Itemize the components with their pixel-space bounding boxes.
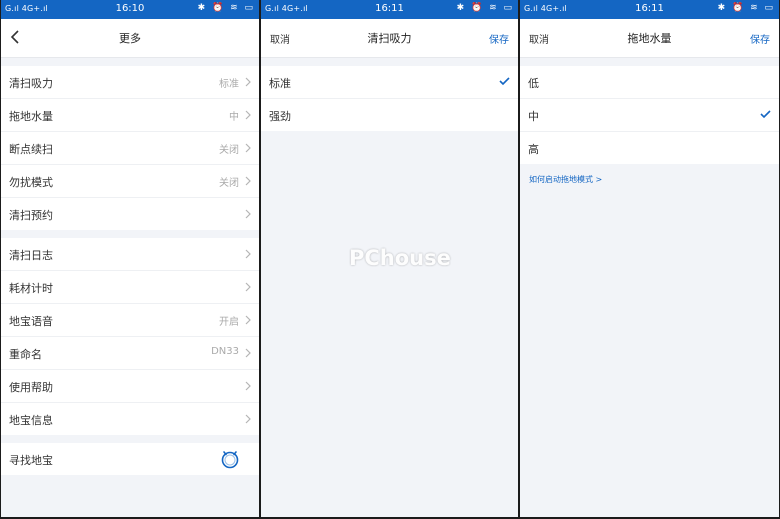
row-label: 寻找地宝 — [9, 454, 53, 467]
row-label: 使用帮助 — [9, 381, 53, 394]
row-label: 勿扰模式 — [9, 176, 53, 189]
setting-row[interactable]: 重命名 DN33 — [1, 337, 259, 370]
chevron-right-icon — [245, 348, 251, 358]
row-value: 关闭 — [219, 178, 239, 189]
suction-options: 标准 强劲 — [261, 66, 518, 131]
row-label: 拖地水量 — [9, 110, 53, 123]
row-label: 清扫吸力 — [9, 77, 53, 90]
row-value: 关闭 — [219, 145, 239, 156]
page-title: 拖地水量 — [627, 32, 672, 45]
setting-row[interactable]: 耗材计时 — [1, 271, 259, 304]
option-row[interactable]: 低 — [520, 66, 779, 99]
row-label: 地宝信息 — [9, 414, 53, 427]
option-row[interactable]: 高 — [520, 132, 779, 164]
nav-bar: 取消 拖地水量 保存 — [520, 19, 779, 58]
status-icons: ✱ ⏰ ≋ ▭ — [197, 3, 255, 13]
water-screen: G.ıl 4G+.ıl 16:11 ✱ ⏰ ≋ ▭ 取消 拖地水量 保存 低中高… — [520, 0, 779, 517]
status-icons: ✱ ⏰ ≋ ▭ — [717, 3, 775, 13]
option-row[interactable]: 中 — [520, 99, 779, 132]
settings-group-3: 寻找地宝 — [1, 443, 259, 475]
chevron-right-icon — [245, 381, 251, 391]
option-row[interactable]: 强劲 — [261, 99, 518, 131]
chevron-right-icon — [245, 176, 251, 186]
row-label: 低 — [528, 77, 539, 90]
row-label: 中 — [528, 110, 539, 123]
water-options: 低中高 — [520, 66, 779, 164]
setting-row[interactable]: 断点续扫 关闭 — [1, 132, 259, 165]
row-label: 高 — [528, 143, 539, 156]
status-bar: G.ıl 4G+.ıl 16:10 ✱ ⏰ ≋ ▭ — [1, 0, 259, 19]
setting-row[interactable]: 清扫预约 — [1, 198, 259, 230]
page-title: 清扫吸力 — [367, 32, 412, 45]
chevron-right-icon — [245, 110, 251, 120]
row-label: 标准 — [269, 77, 291, 90]
chevron-right-icon — [245, 282, 251, 292]
row-label: 地宝语音 — [9, 315, 53, 328]
checkmark-icon — [760, 110, 771, 119]
robot-icon[interactable] — [219, 448, 241, 470]
status-icons: ✱ ⏰ ≋ ▭ — [456, 3, 514, 13]
row-label: 断点续扫 — [9, 143, 53, 156]
checkmark-icon — [499, 77, 510, 86]
row-label: 清扫日志 — [9, 249, 53, 262]
watermark: PChouse — [349, 246, 451, 270]
setting-row[interactable]: 地宝信息 — [1, 403, 259, 435]
find-robot-row[interactable]: 寻找地宝 — [1, 443, 259, 475]
chevron-right-icon — [245, 414, 251, 424]
status-bar: G.ıl 4G+.ıl 16:11 ✱ ⏰ ≋ ▭ — [520, 0, 779, 19]
row-label: 重命名 — [9, 348, 42, 361]
row-value: DN33 — [211, 346, 239, 357]
chevron-right-icon — [245, 315, 251, 325]
save-button[interactable]: 保存 — [489, 31, 509, 46]
setting-row[interactable]: 清扫吸力 标准 — [1, 66, 259, 99]
setting-row[interactable]: 使用帮助 — [1, 370, 259, 403]
row-value: 标准 — [219, 79, 239, 90]
row-label: 耗材计时 — [9, 282, 53, 295]
mop-mode-help-link[interactable]: 如何启动拖地模式 > — [520, 164, 779, 195]
page-title: 更多 — [119, 32, 141, 45]
settings-group-1: 清扫吸力 标准 拖地水量中断点续扫 关闭 勿扰模式 关闭 清扫预约 — [1, 66, 259, 230]
setting-row[interactable]: 拖地水量 中 — [1, 99, 259, 132]
row-label: 清扫预约 — [9, 209, 53, 222]
settings-group-2: 清扫日志耗材计时地宝语音 开启重命名 DN33 使用帮助地宝信息 — [1, 238, 259, 435]
chevron-right-icon — [245, 209, 251, 219]
chevron-right-icon — [245, 143, 251, 153]
row-label: 强劲 — [269, 110, 291, 123]
chevron-right-icon — [245, 77, 251, 87]
status-bar: G.ıl 4G+.ıl 16:11 ✱ ⏰ ≋ ▭ — [261, 0, 518, 19]
nav-bar: 取消 清扫吸力 保存 — [261, 19, 518, 58]
chevron-right-icon — [245, 249, 251, 259]
row-value: 开启 — [219, 317, 239, 328]
setting-row[interactable]: 勿扰模式 关闭 — [1, 165, 259, 198]
option-row[interactable]: 标准 — [261, 66, 518, 99]
row-value: 中 — [229, 112, 239, 123]
nav-bar: 更多 — [1, 19, 259, 58]
setting-row[interactable]: 地宝语音 开启 — [1, 304, 259, 337]
more-screen: G.ıl 4G+.ıl 16:10 ✱ ⏰ ≋ ▭ 更多 清扫吸力 标准拖地水量 中… — [1, 0, 259, 517]
setting-row[interactable]: 清扫日志 — [1, 238, 259, 271]
save-button[interactable]: 保存 — [750, 31, 770, 46]
